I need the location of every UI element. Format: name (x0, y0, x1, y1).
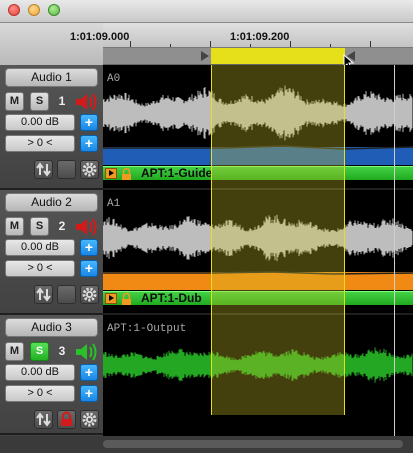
region-label: APT:1-Output (107, 323, 187, 335)
offset-add-button[interactable]: + (80, 135, 98, 152)
waveform-group (103, 85, 413, 141)
track-header-panel: Audio 1 M S 1 0.00 dB + > 0 < + Audio 2 … (0, 65, 103, 453)
mute-button[interactable]: M (5, 92, 24, 111)
sync-arrows-button[interactable] (34, 410, 53, 429)
lock-icon[interactable] (120, 293, 133, 305)
waveform-group (103, 214, 413, 262)
gain-field[interactable]: 0.00 dB (5, 239, 75, 256)
track-number: 1 (58, 94, 66, 108)
sync-arrows-icon (36, 287, 51, 302)
lock-icon[interactable] (120, 168, 133, 180)
settings-button[interactable] (80, 160, 99, 179)
ruler-corner (0, 23, 103, 65)
volume-envelope-line[interactable] (103, 268, 413, 276)
region-title: APT:1-Dub (141, 291, 202, 305)
waveform-group (103, 347, 413, 383)
mute-button[interactable]: M (5, 342, 24, 361)
horizontal-scrollbar[interactable] (0, 436, 413, 453)
track-name-button[interactable]: Audio 1 (5, 68, 98, 87)
region-title-bar[interactable]: APT:1-Guide (103, 166, 413, 180)
track-name-button[interactable]: Audio 2 (5, 193, 98, 212)
track-lane-area[interactable]: A0 APT:1-Guide A1 APT:1-Dub APT:1-Output (103, 65, 413, 453)
timecode-label: 1:01:09.200 (230, 31, 290, 43)
track-header-1: Audio 1 M S 1 0.00 dB + > 0 < + (0, 65, 103, 190)
track-lane-3[interactable]: APT:1-Output (103, 315, 413, 435)
waveform (103, 347, 413, 383)
offset-field[interactable]: > 0 < (5, 260, 75, 277)
red-speaker-icon[interactable] (73, 91, 99, 113)
track-header-3: Audio 3 M S 3 0.00 dB + > 0 < + (0, 315, 103, 435)
play-button[interactable] (105, 168, 117, 179)
region-title: APT:1-Guide (141, 166, 213, 180)
offset-field[interactable]: > 0 < (5, 135, 75, 152)
gear-icon (82, 162, 97, 177)
track-lane-1[interactable]: A0 APT:1-Guide (103, 65, 413, 190)
offset-add-button[interactable]: + (80, 385, 98, 402)
selection-bar[interactable] (103, 47, 413, 70)
timecode-ruler[interactable]: 1:01:09.000 1:01:09.200 (70, 23, 413, 47)
zoom-window-button[interactable] (48, 4, 60, 16)
gear-icon (82, 412, 97, 427)
track-lane-2[interactable]: A1 APT:1-Dub (103, 190, 413, 315)
sync-arrows-icon (36, 162, 51, 177)
track-number: 2 (58, 219, 66, 233)
lock-button[interactable] (57, 160, 76, 179)
gear-icon (82, 287, 97, 302)
track-name-button[interactable]: Audio 3 (5, 318, 98, 337)
mute-button[interactable]: M (5, 217, 24, 236)
settings-button[interactable] (80, 410, 99, 429)
solo-button[interactable]: S (30, 217, 49, 236)
gain-field[interactable]: 0.00 dB (5, 114, 75, 131)
solo-button[interactable]: S (30, 92, 49, 111)
waveform (103, 85, 413, 141)
play-button[interactable] (105, 293, 117, 304)
timecode-label: 1:01:09.000 (70, 31, 130, 43)
green-speaker-icon[interactable] (73, 341, 99, 363)
waveform (103, 214, 413, 262)
playhead-line[interactable] (394, 65, 395, 436)
red-speaker-icon[interactable] (73, 216, 99, 238)
lock-button[interactable] (57, 285, 76, 304)
gain-field[interactable]: 0.00 dB (5, 364, 75, 381)
gain-add-button[interactable]: + (80, 114, 98, 131)
window-title-bar (0, 0, 413, 23)
gain-add-button[interactable]: + (80, 239, 98, 256)
volume-envelope-line[interactable] (103, 143, 413, 151)
solo-button-active[interactable]: S (30, 342, 49, 361)
scrollbar-thumb[interactable] (103, 440, 403, 448)
offset-add-button[interactable]: + (80, 260, 98, 277)
track-number: 3 (58, 344, 66, 358)
region-title-bar[interactable]: APT:1-Dub (103, 291, 413, 305)
gain-add-button[interactable]: + (80, 364, 98, 381)
track-header-2: Audio 2 M S 2 0.00 dB + > 0 < + (0, 190, 103, 315)
close-window-button[interactable] (8, 4, 20, 16)
selection-start-marker-icon[interactable] (201, 51, 209, 61)
minimize-window-button[interactable] (28, 4, 40, 16)
red-lock-icon (61, 411, 72, 426)
lock-button-active[interactable] (57, 410, 76, 429)
sync-arrows-button[interactable] (34, 160, 53, 179)
selection-range-highlight[interactable] (211, 48, 345, 64)
sync-arrows-icon (36, 412, 51, 427)
offset-field[interactable]: > 0 < (5, 385, 75, 402)
settings-button[interactable] (80, 285, 99, 304)
sync-arrows-button[interactable] (34, 285, 53, 304)
